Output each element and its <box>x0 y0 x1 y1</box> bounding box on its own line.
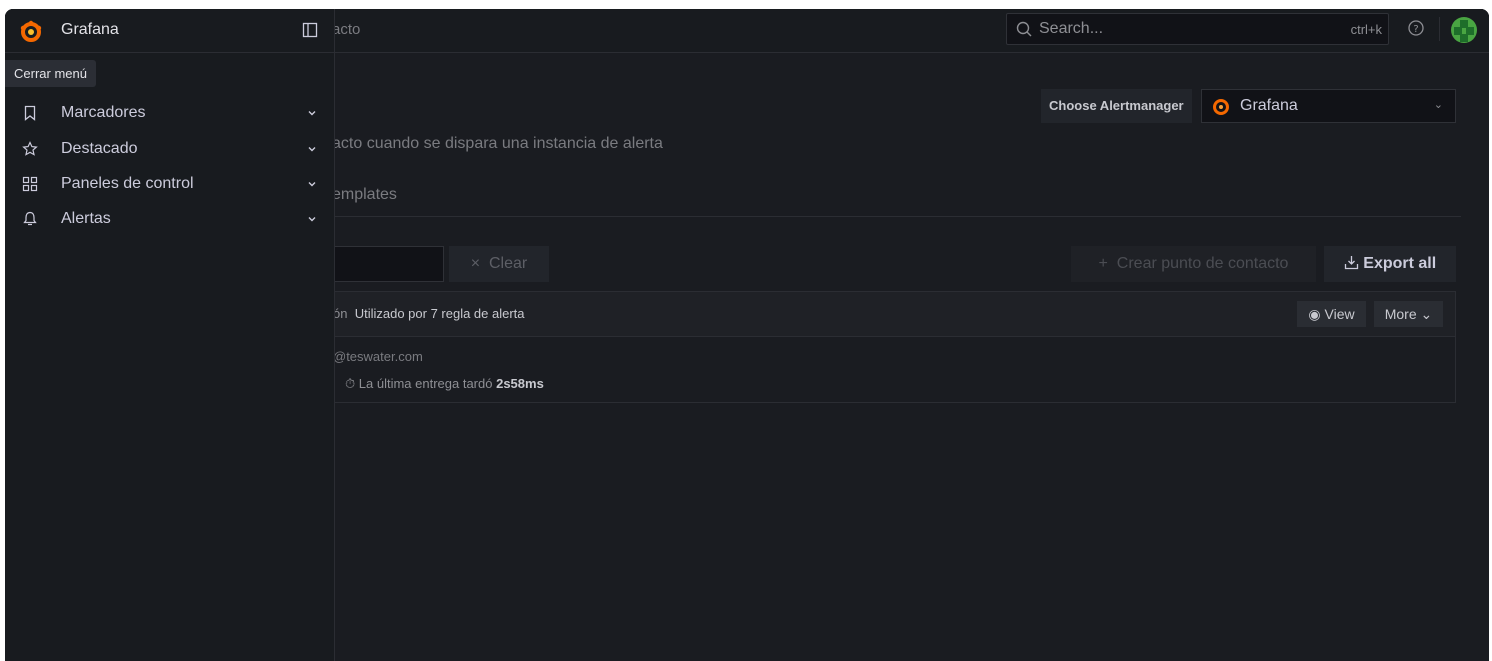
tabs-divider <box>332 216 1461 217</box>
chevron-down-icon: ⌄ <box>1416 306 1433 322</box>
nav-item-bookmarks[interactable]: Marcadores <box>5 99 334 129</box>
menu-title: Grafana <box>61 21 119 38</box>
bell-icon <box>23 211 37 226</box>
contact-point-name: ón <box>333 306 348 321</box>
browser-frame: acto Search... ctrl+k ? Choose Alertmana… <box>5 9 1489 661</box>
nav-label: Paneles de control <box>61 175 194 192</box>
chevron-down-icon[interactable] <box>307 179 317 189</box>
bookmark-icon <box>24 105 36 121</box>
contact-point-card: ón Utilizado por 7 regla de alerta ◉ Vie… <box>332 291 1456 403</box>
alertmanager-selected: Grafana <box>1240 97 1298 114</box>
chevron-down-icon[interactable] <box>307 144 317 154</box>
svg-text:?: ? <box>1413 24 1418 35</box>
close-menu-tooltip: Cerrar menú <box>5 60 96 87</box>
star-icon <box>22 141 38 156</box>
nav-label: Alertas <box>61 210 111 227</box>
plus-icon: + <box>1098 255 1117 272</box>
dock-menu-icon[interactable] <box>302 22 318 38</box>
export-all-button[interactable]: Export all <box>1324 246 1456 282</box>
tab-templates[interactable]: emplates <box>332 186 397 204</box>
search-input[interactable]: Search... ctrl+k <box>1006 13 1389 45</box>
mega-menu: Grafana Cerrar menú Marcadores Destacado <box>5 9 335 661</box>
nav-item-dashboards[interactable]: Paneles de control <box>5 170 334 200</box>
chevron-down-icon[interactable] <box>307 108 317 118</box>
more-label: More <box>1384 306 1417 322</box>
grafana-logo-icon[interactable] <box>19 20 43 44</box>
contact-point-header: ón Utilizado por 7 regla de alerta ◉ Vie… <box>333 292 1455 337</box>
chevron-down-icon: ⌄ <box>1433 99 1443 111</box>
nav-item-starred[interactable]: Destacado <box>5 135 334 165</box>
search-shortcut: ctrl+k <box>1350 22 1382 37</box>
nav-item-alerting[interactable]: Alertas <box>5 205 334 235</box>
clear-label: Clear <box>489 255 528 272</box>
search-placeholder: Search... <box>1039 20 1104 37</box>
breadcrumb[interactable]: acto <box>332 21 360 38</box>
close-icon: × <box>470 255 489 272</box>
contact-search-input[interactable] <box>332 246 444 282</box>
alertmanager-select[interactable]: Grafana ⌄ <box>1201 89 1456 123</box>
create-label: Crear punto de contacto <box>1116 255 1289 272</box>
delivery-time: 2s58ms <box>496 376 544 391</box>
delivery-prefix: La última entrega tardó <box>358 376 493 391</box>
clear-button[interactable]: × Clear <box>449 246 549 282</box>
timer-icon: ⏱ <box>345 376 359 391</box>
nav-label: Marcadores <box>61 104 146 121</box>
create-contact-point-button[interactable]: + Crear punto de contacto <box>1071 246 1316 282</box>
eye-icon: ◉ <box>1308 306 1325 322</box>
view-button[interactable]: ◉ View <box>1297 301 1366 327</box>
chevron-down-icon[interactable] <box>307 214 317 224</box>
nav-label: Destacado <box>61 140 138 157</box>
apps-icon <box>22 176 38 192</box>
alertmanager-label: Choose Alertmanager <box>1041 89 1192 123</box>
divider <box>1439 17 1440 41</box>
delivery-status: ⏱ La última entrega tardó 2s58ms <box>345 376 544 392</box>
view-label: View <box>1324 306 1355 322</box>
page-subtitle: acto cuando se dispara una instancia de … <box>332 135 663 152</box>
menu-header: Grafana <box>5 9 334 53</box>
more-button[interactable]: More ⌄ <box>1374 301 1443 327</box>
download-icon <box>1344 256 1358 270</box>
grafana-logo-icon <box>1213 99 1229 115</box>
contact-point-title: ón Utilizado por 7 regla de alerta <box>333 306 525 321</box>
contact-email: @teswater.com <box>333 349 423 364</box>
avatar[interactable] <box>1451 17 1477 43</box>
help-icon[interactable]: ? <box>1407 19 1425 37</box>
export-label: Export all <box>1363 255 1437 272</box>
search-icon <box>1016 21 1032 37</box>
contact-point-usage: Utilizado por 7 regla de alerta <box>354 306 525 321</box>
